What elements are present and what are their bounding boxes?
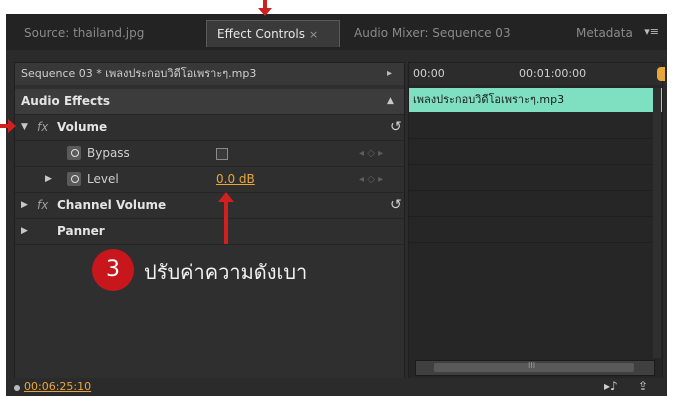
tab-source-label: Source: thailand.jpg: [24, 26, 145, 40]
panner-label: Panner: [57, 224, 105, 238]
tab-effect-controls[interactable]: Effect Controls ×: [206, 20, 340, 47]
horizontal-scrollbar[interactable]: III: [415, 360, 655, 376]
tab-metadata[interactable]: Metadata: [576, 20, 632, 46]
annotation-arrow-up: [218, 192, 234, 244]
tab-audio-mixer-label: Audio Mixer: Sequence 03: [354, 26, 511, 40]
property-row-bypass: Bypass ◂ ◇ ▸: [15, 141, 404, 167]
play-audio-icon[interactable]: ▸♪: [604, 379, 618, 393]
reset-icon[interactable]: ↺: [390, 193, 402, 218]
channel-volume-label: Channel Volume: [57, 198, 167, 212]
timecode-dot-icon: [14, 385, 20, 391]
collapse-up-icon[interactable]: ▲: [387, 89, 394, 114]
bypass-checkbox[interactable]: [216, 148, 228, 160]
step-number-badge: 3: [92, 249, 134, 291]
level-value[interactable]: 0.0 dB: [216, 167, 255, 192]
scrollbar-thumb[interactable]: III: [434, 361, 634, 372]
stopwatch-icon[interactable]: [67, 172, 81, 186]
ruler-mark-label: 00:01:00:00: [519, 67, 587, 80]
effect-timeline-panel: 00:00 00:01:00:00 เพลงประกอบวิดีโอเพราะๆ…: [408, 62, 665, 380]
tab-source[interactable]: Source: thailand.jpg: [24, 20, 194, 46]
step-instruction-text: ปรับค่าความดังเบา: [144, 260, 308, 284]
playhead-handle[interactable]: [657, 67, 665, 81]
audio-effects-header: Audio Effects ▲: [15, 89, 404, 115]
effects-list-panel: Sequence 03 * เพลงประกอบวิดีโอเพราะๆ.mp3…: [14, 62, 405, 380]
vertical-scrollbar[interactable]: [653, 88, 661, 358]
keyframe-nav-icon[interactable]: ◂ ◇ ▸: [359, 167, 383, 192]
time-ruler[interactable]: 00:00 00:01:00:00: [409, 63, 665, 85]
audio-effects-label: Audio Effects: [21, 94, 111, 108]
export-icon[interactable]: ⇪: [638, 379, 648, 393]
row-divider: [409, 138, 662, 139]
bypass-label: Bypass: [87, 146, 130, 160]
footer-bar: 00:06:25:10 ▸♪ ⇪: [6, 378, 667, 396]
current-timecode[interactable]: 00:06:25:10: [24, 380, 91, 393]
ruler-start-label: 00:00: [413, 67, 445, 80]
twirl-right-icon[interactable]: ▶: [21, 219, 28, 244]
scroll-grip: III: [528, 361, 536, 370]
sequence-clip-label: Sequence 03 * เพลงประกอบวิดีโอเพราะๆ.mp3: [21, 67, 257, 80]
fx-icon[interactable]: fx: [37, 115, 48, 140]
tab-audio-mixer[interactable]: Audio Mixer: Sequence 03: [354, 20, 534, 46]
expand-arrow-icon[interactable]: ▸: [387, 63, 392, 85]
level-label: Level: [87, 172, 119, 186]
row-divider: [409, 164, 662, 165]
panel-menu-icon[interactable]: ▾≡: [644, 25, 659, 38]
stopwatch-icon[interactable]: [67, 146, 81, 160]
clip-name-label: เพลงประกอบวิดีโอเพราะๆ.mp3: [413, 93, 565, 106]
row-divider: [409, 242, 662, 243]
effect-controls-window: Source: thailand.jpg Effect Controls × Au…: [6, 14, 667, 396]
effect-row-panner[interactable]: ▶ Panner: [15, 219, 404, 245]
tab-effect-controls-label: Effect Controls: [217, 27, 305, 41]
annotation-arrow-down: [258, 0, 272, 16]
effect-row-channel-volume[interactable]: ▶ fx Channel Volume ↺: [15, 193, 404, 219]
volume-label: Volume: [57, 120, 108, 134]
row-divider: [409, 190, 662, 191]
row-divider: [409, 216, 662, 217]
annotation-arrow-right: [0, 119, 16, 133]
close-icon[interactable]: ×: [309, 28, 318, 41]
effect-row-volume[interactable]: ▼ fx Volume ↺: [15, 115, 404, 141]
audio-clip-bar[interactable]: เพลงประกอบวิดีโอเพราะๆ.mp3: [409, 88, 662, 112]
twirl-right-icon[interactable]: ▶: [21, 193, 28, 218]
tab-metadata-label: Metadata: [576, 26, 632, 40]
property-row-level: ▶ Level 0.0 dB ◂ ◇ ▸: [15, 167, 404, 193]
fx-icon[interactable]: fx: [37, 193, 48, 218]
twirl-down-icon[interactable]: ▼: [21, 115, 28, 140]
keyframe-nav-icon[interactable]: ◂ ◇ ▸: [359, 141, 383, 166]
twirl-right-icon[interactable]: ▶: [45, 167, 52, 192]
sequence-clip-header[interactable]: Sequence 03 * เพลงประกอบวิดีโอเพราะๆ.mp3…: [15, 63, 404, 85]
panel-tab-bar: Source: thailand.jpg Effect Controls × Au…: [6, 14, 667, 50]
reset-icon[interactable]: ↺: [390, 115, 402, 140]
